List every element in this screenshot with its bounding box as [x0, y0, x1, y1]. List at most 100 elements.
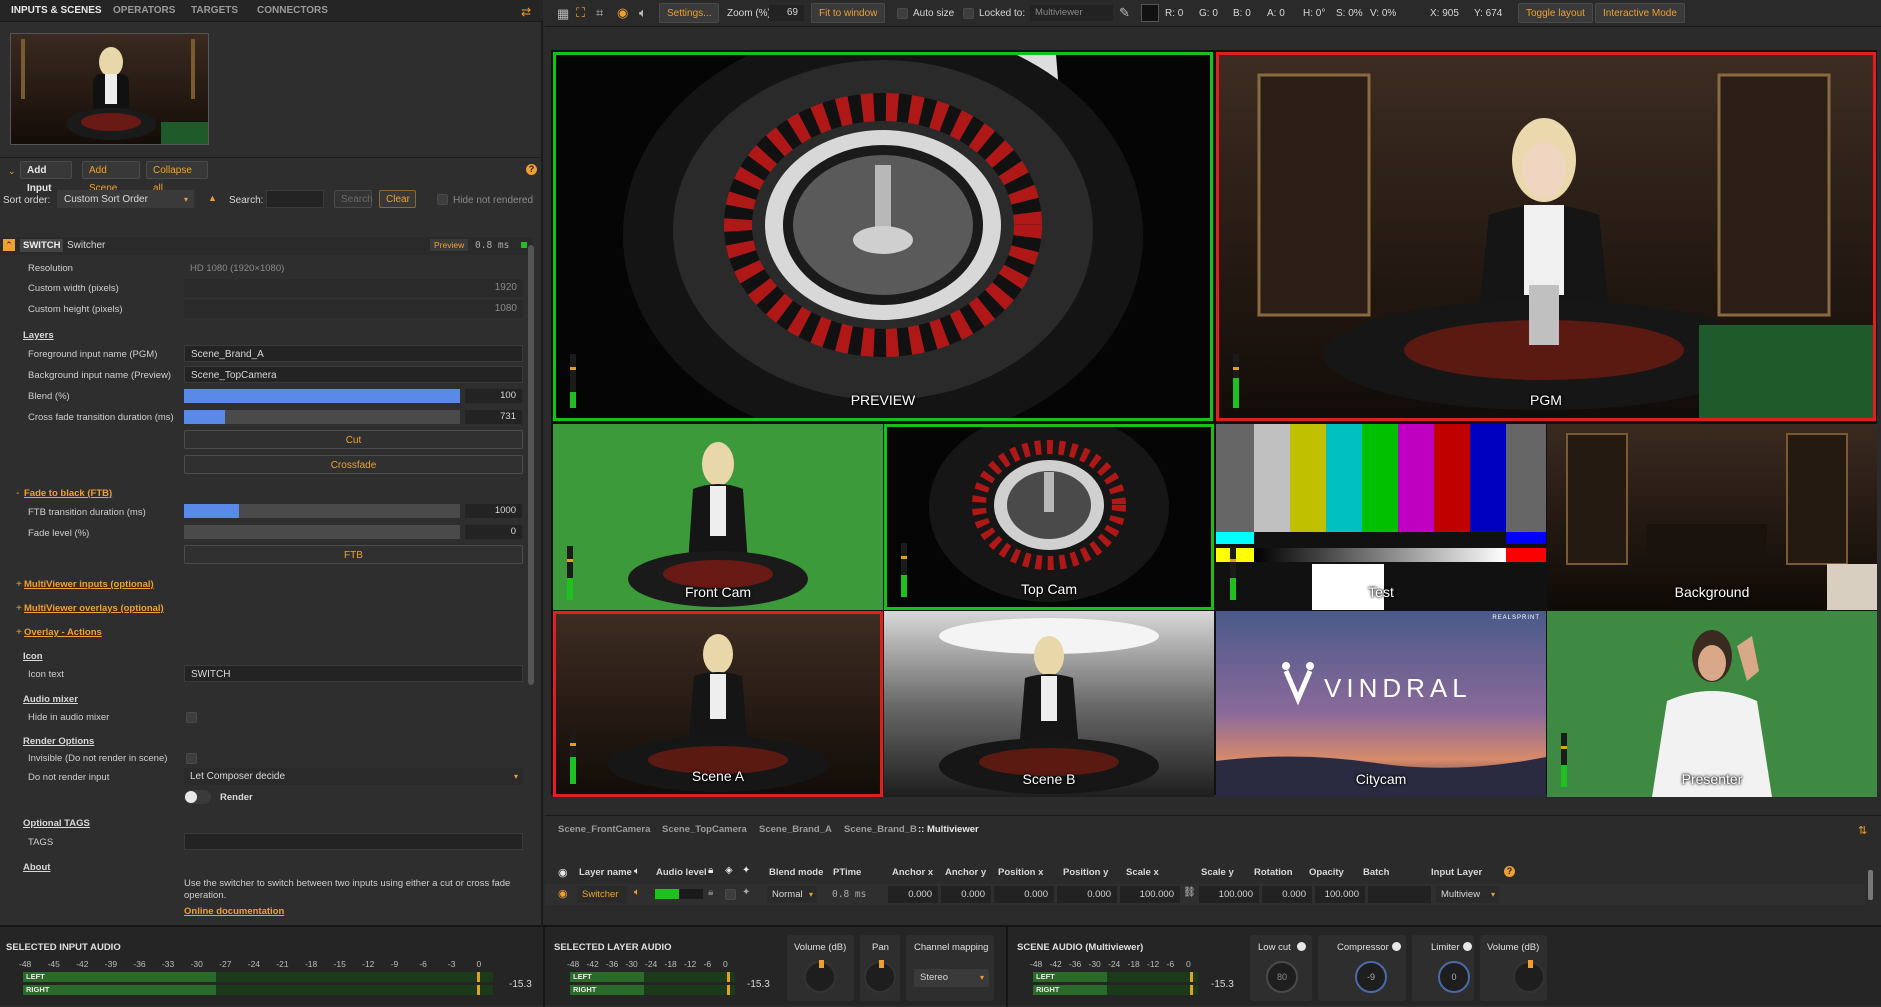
layer-name-field[interactable]: Switcher — [577, 886, 627, 903]
locked-to-input[interactable]: Multiviewer — [1030, 5, 1113, 21]
invisible-checkbox[interactable] — [186, 753, 197, 764]
mv-overlays-section[interactable]: MultiViewer overlays (optional) — [24, 603, 164, 614]
preview-badge[interactable]: Preview — [430, 239, 469, 251]
crossfade-duration-slider[interactable] — [184, 410, 460, 424]
tab-operators[interactable]: OPERATORS — [113, 5, 175, 16]
scene-a-tile[interactable]: Scene A — [553, 611, 883, 797]
crop-icon[interactable]: ⌗ — [596, 5, 603, 21]
blend-value[interactable]: 100 — [465, 389, 522, 403]
eyedropper-icon[interactable]: ✎ — [1119, 5, 1130, 21]
limiter-toggle[interactable] — [1463, 942, 1472, 951]
add-scene-button[interactable]: Add Scene — [82, 161, 140, 194]
clear-button[interactable]: Clear — [379, 190, 416, 208]
background-tile[interactable]: Background — [1547, 424, 1877, 610]
collapse-icon[interactable]: ⌃ — [3, 239, 15, 251]
help-icon[interactable]: ? — [1504, 866, 1515, 877]
input-item-header[interactable]: ⌃ SWITCH Switcher Preview 0.8 ms — [0, 237, 533, 255]
tab-multiviewer[interactable]: :: Multiviewer — [918, 824, 979, 835]
position-x-field[interactable]: 0.000 — [994, 886, 1054, 903]
lock-toggle-icon[interactable]: 🔒︎ — [708, 887, 713, 898]
custom-width-input[interactable]: 1920 — [184, 279, 523, 297]
pan-knob[interactable] — [864, 960, 896, 993]
front-cam-tile[interactable]: Front Cam — [553, 424, 883, 610]
scale-x-field[interactable]: 100.000 — [1120, 886, 1180, 903]
multiviewer-canvas[interactable]: PREVIEW PGM Front Cam Top Cam Test Backg… — [551, 50, 1877, 797]
scrollbar[interactable] — [528, 245, 534, 685]
ftb-section[interactable]: Fade to black (FTB) — [24, 488, 112, 499]
presenter-tile[interactable]: Presenter — [1547, 611, 1877, 797]
add-input-button[interactable]: Add Input — [20, 161, 72, 194]
layers-scrollbar[interactable] — [1868, 870, 1873, 900]
sort-icon[interactable]: ⇅ — [1858, 824, 1867, 837]
batch-field[interactable] — [1368, 886, 1431, 903]
resolution-value[interactable]: HD 1080 (1920×1080) — [190, 263, 284, 274]
test-tile[interactable]: Test — [1216, 424, 1546, 610]
volume-knob[interactable] — [804, 960, 836, 993]
expand-icon[interactable]: + — [16, 579, 22, 590]
top-cam-tile[interactable]: Top Cam — [884, 424, 1214, 610]
hide-not-rendered-checkbox[interactable] — [437, 194, 448, 205]
compressor-toggle[interactable] — [1392, 942, 1401, 951]
tab-targets[interactable]: TARGETS — [191, 5, 238, 16]
collapse-ftb-icon[interactable]: - — [16, 488, 19, 499]
layer-checkbox[interactable] — [725, 889, 736, 900]
expand-icon[interactable]: + — [16, 627, 22, 638]
link-scale-icon[interactable]: ⛓ — [1183, 887, 1196, 898]
anchor-x-field[interactable]: 0.000 — [888, 886, 938, 903]
low-cut-toggle[interactable] — [1297, 942, 1306, 951]
effects-icon[interactable]: ✦ — [742, 887, 750, 898]
low-cut-knob[interactable]: 80 — [1266, 961, 1298, 993]
swap-icon[interactable]: ⇄ — [521, 5, 531, 19]
speaker-icon[interactable]: 🔈︎ — [639, 5, 647, 21]
fit-to-window-button[interactable]: Fit to window — [811, 3, 886, 23]
crossfade-button[interactable]: Crossfade — [184, 455, 523, 474]
ftb-duration-value[interactable]: 1000 — [465, 504, 522, 518]
do-not-render-select[interactable]: Let Composer decide ▾ — [184, 768, 523, 785]
settings-button[interactable]: Settings... — [659, 3, 720, 23]
fade-level-value[interactable]: 0 — [465, 525, 522, 539]
help-icon[interactable]: ? — [526, 164, 537, 175]
overlay-actions-section[interactable]: Overlay - Actions — [24, 627, 102, 638]
ftb-button[interactable]: FTB — [184, 545, 523, 564]
scene-b-tile[interactable]: Scene B — [884, 611, 1214, 797]
collapse-all-button[interactable]: Collapse all — [146, 161, 208, 194]
input-layer-select[interactable]: Multiview ▾ — [1436, 886, 1499, 903]
eye-icon[interactable]: ◉ — [617, 5, 628, 21]
citycam-tile[interactable]: VINDRAL REALSPRINT Citycam — [1216, 611, 1546, 797]
search-input[interactable] — [266, 190, 324, 208]
preview-tile[interactable]: PREVIEW — [553, 52, 1213, 421]
visibility-toggle-icon[interactable]: ◉ — [558, 887, 568, 900]
ftb-duration-slider[interactable] — [184, 504, 460, 518]
sort-asc-icon[interactable]: ▲ — [208, 193, 217, 203]
position-y-field[interactable]: 0.000 — [1057, 886, 1117, 903]
compressor-knob[interactable]: -9 — [1355, 961, 1387, 993]
tab-connectors[interactable]: CONNECTORS — [257, 5, 328, 16]
cut-button[interactable]: Cut — [184, 430, 523, 449]
custom-height-input[interactable]: 1080 — [184, 300, 523, 318]
crossfade-duration-value[interactable]: 731 — [465, 410, 522, 424]
limiter-knob[interactable]: 0 — [1438, 961, 1470, 993]
tab-scene-frontcamera[interactable]: Scene_FrontCamera — [558, 824, 650, 835]
fg-input-field[interactable]: Scene_Brand_A — [184, 345, 523, 362]
blend-mode-select[interactable]: Normal ▾ — [767, 886, 817, 903]
locked-to-checkbox[interactable] — [963, 8, 974, 19]
search-button[interactable]: Search — [334, 190, 373, 208]
online-documentation-link[interactable]: Online documentation — [184, 906, 284, 917]
tab-scene-brand-b[interactable]: Scene_Brand_B — [844, 824, 917, 835]
blend-slider[interactable] — [184, 389, 460, 403]
tab-scene-brand-a[interactable]: Scene_Brand_A — [759, 824, 832, 835]
anchor-y-field[interactable]: 0.000 — [941, 886, 991, 903]
auto-size-checkbox[interactable] — [897, 8, 908, 19]
program-tile[interactable]: PGM — [1216, 52, 1876, 421]
interactive-mode-button[interactable]: Interactive Mode — [1595, 3, 1685, 23]
hide-audio-checkbox[interactable] — [186, 712, 197, 723]
tab-scene-topcamera[interactable]: Scene_TopCamera — [662, 824, 747, 835]
fade-level-slider[interactable] — [184, 525, 460, 539]
tags-input[interactable] — [184, 833, 523, 850]
render-toggle[interactable] — [184, 790, 211, 804]
grid-icon[interactable]: ▦ — [557, 6, 569, 22]
mute-icon[interactable]: 🔈︎ — [634, 887, 640, 898]
opacity-field[interactable]: 100.000 — [1315, 886, 1365, 903]
scene-volume-knob[interactable] — [1513, 960, 1545, 993]
tab-inputs-scenes[interactable]: INPUTS & SCENES — [11, 5, 102, 16]
